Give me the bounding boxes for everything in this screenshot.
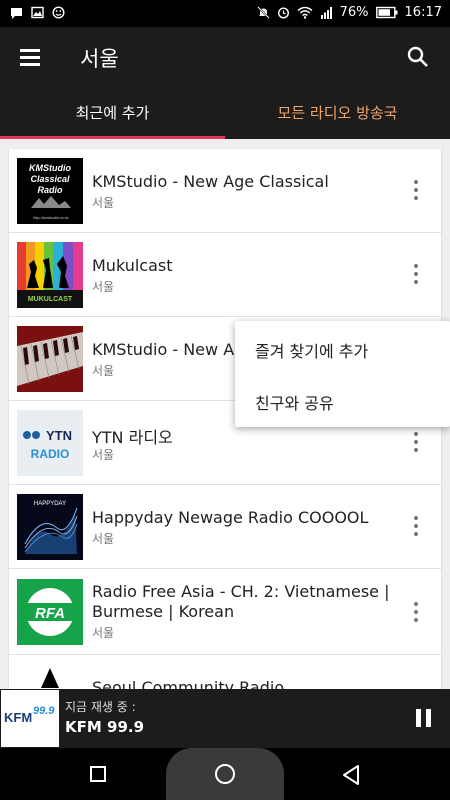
- logo-text: RFA: [35, 605, 65, 622]
- station-name: Mukulcast: [92, 256, 173, 275]
- more-options-icon[interactable]: [413, 264, 419, 284]
- station-location: 서울: [92, 280, 115, 294]
- more-options-icon[interactable]: [413, 432, 419, 452]
- status-bar: 76% 16:17: [0, 0, 450, 27]
- clock: 16:17: [404, 5, 442, 20]
- menu-item-share[interactable]: 친구와 공유: [255, 390, 334, 414]
- hamburger-menu-icon[interactable]: [18, 45, 42, 69]
- logo-text: 99.9: [33, 705, 55, 717]
- list-item[interactable]: KMStudio Classical Radio http://kmstudio…: [9, 149, 441, 233]
- station-name: Happyday Newage Radio COOOOL: [92, 508, 369, 527]
- station-name: Seoul Community Radio: [92, 678, 285, 689]
- smiley-icon: [52, 6, 65, 19]
- battery-icon: [375, 6, 398, 19]
- station-logo: HAPPYDAY: [17, 494, 83, 560]
- logo-caption: http://kmstudio.co.kr: [33, 215, 69, 220]
- station-name: Radio Free Asia - CH. 2: Vietnamese | Bu…: [92, 582, 390, 621]
- sms-icon: [11, 8, 22, 19]
- logo-text: Radio: [37, 185, 63, 195]
- alarm-icon: [277, 7, 289, 19]
- mute-icon: [256, 6, 270, 19]
- station-logo: RFA: [17, 579, 83, 645]
- logo-text: KFM: [4, 710, 32, 725]
- logo-text: KMStudio: [29, 163, 71, 173]
- logo-text: RADIO: [31, 447, 70, 461]
- station-logo: KMStudio Classical Radio http://kmstudio…: [17, 158, 83, 224]
- home-icon[interactable]: [215, 764, 235, 784]
- list-item[interactable]: HAPPYDAY Happyday Newage Radio COOOOL 서울: [9, 485, 441, 569]
- logo-text: HAPPYDAY: [34, 501, 66, 507]
- station-name: KMStudio - New Age Classical: [92, 172, 329, 191]
- station-logo: [17, 326, 83, 392]
- now-playing-bar[interactable]: KFM 99.9 지금 재생 중 : KFM 99.9: [0, 689, 450, 748]
- tab-bar: 최근에 추가 모든 라디오 방송국: [0, 87, 450, 139]
- app-screen: 76% 16:17 서울 최근에 추가 모든 라디오 방송국 KMStudio …: [0, 0, 450, 800]
- system-nav-bar: [0, 748, 450, 800]
- station-logo: MUKULCAST: [17, 242, 83, 308]
- station-location: 서울: [92, 196, 115, 210]
- logo-text: Classical: [30, 174, 70, 184]
- station-location: 서울: [92, 532, 115, 546]
- station-location: 서울: [92, 626, 115, 640]
- tab-recently-added[interactable]: 최근에 추가: [0, 87, 225, 139]
- logo-text: YTN: [46, 428, 72, 443]
- pause-icon[interactable]: [416, 709, 432, 727]
- station-logo: YTN RADIO: [17, 410, 83, 476]
- search-icon[interactable]: [406, 45, 430, 69]
- now-playing-station: KFM 99.9: [65, 718, 145, 736]
- now-playing-logo: KFM 99.9: [1, 690, 59, 747]
- more-options-icon[interactable]: [413, 516, 419, 536]
- now-playing-label: 지금 재생 중 :: [65, 700, 136, 714]
- logo-text: MUKULCAST: [28, 296, 73, 303]
- active-tab-indicator: [0, 136, 225, 139]
- app-toolbar: 서울: [0, 27, 450, 87]
- battery-percent: 76%: [339, 5, 369, 20]
- back-icon[interactable]: [340, 764, 362, 786]
- tab-all-stations[interactable]: 모든 라디오 방송국: [225, 87, 450, 139]
- more-options-icon[interactable]: [413, 180, 419, 200]
- menu-item-add-favorite[interactable]: 즐겨 찾기에 추가: [255, 338, 368, 362]
- wifi-icon: [297, 6, 313, 19]
- station-location: 서울: [92, 448, 115, 462]
- more-options-icon[interactable]: [413, 602, 419, 622]
- list-item[interactable]: RFA Radio Free Asia - CH. 2: Vietnamese …: [9, 569, 441, 655]
- context-menu: 즐겨 찾기에 추가 친구와 공유: [235, 321, 450, 427]
- signal-icon: [320, 7, 332, 19]
- recent-apps-icon[interactable]: [90, 766, 106, 782]
- image-icon: [31, 6, 44, 19]
- station-name: YTN 라디오: [92, 428, 173, 447]
- page-title: 서울: [80, 47, 119, 71]
- station-location: 서울: [92, 364, 115, 378]
- list-item[interactable]: Seoul Community Radio: [9, 655, 441, 689]
- list-item[interactable]: MUKULCAST Mukulcast 서울: [9, 233, 441, 317]
- station-logo: [17, 664, 83, 689]
